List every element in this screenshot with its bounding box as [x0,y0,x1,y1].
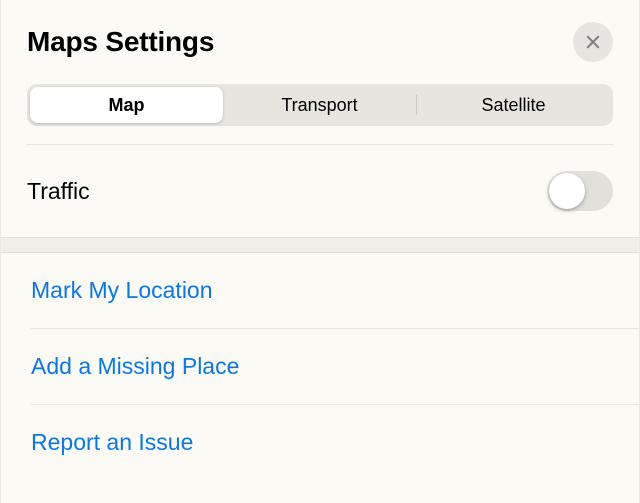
traffic-toggle[interactable] [547,171,613,211]
close-icon [584,33,602,51]
seg-label: Satellite [481,95,545,116]
close-button[interactable] [573,22,613,62]
report-an-issue-button[interactable]: Report an Issue [1,405,639,480]
maps-settings-panel: Maps Settings Map Transport Satellite Tr… [0,0,640,503]
seg-label: Map [109,95,145,116]
traffic-label: Traffic [27,178,90,205]
action-label: Mark My Location [31,277,213,303]
action-label: Add a Missing Place [31,353,239,379]
toggle-knob [549,173,585,209]
header: Maps Settings [1,0,639,72]
seg-map[interactable]: Map [30,87,223,123]
seg-transport[interactable]: Transport [223,87,416,123]
section-gap [1,237,639,253]
seg-label: Transport [281,95,357,116]
page-title: Maps Settings [27,26,214,58]
action-label: Report an Issue [31,429,193,455]
add-missing-place-button[interactable]: Add a Missing Place [1,329,639,404]
seg-satellite[interactable]: Satellite [417,87,610,123]
mark-my-location-button[interactable]: Mark My Location [1,253,639,328]
traffic-row: Traffic [1,145,639,237]
map-type-segmented-wrap: Map Transport Satellite [1,72,639,144]
map-type-segmented: Map Transport Satellite [27,84,613,126]
